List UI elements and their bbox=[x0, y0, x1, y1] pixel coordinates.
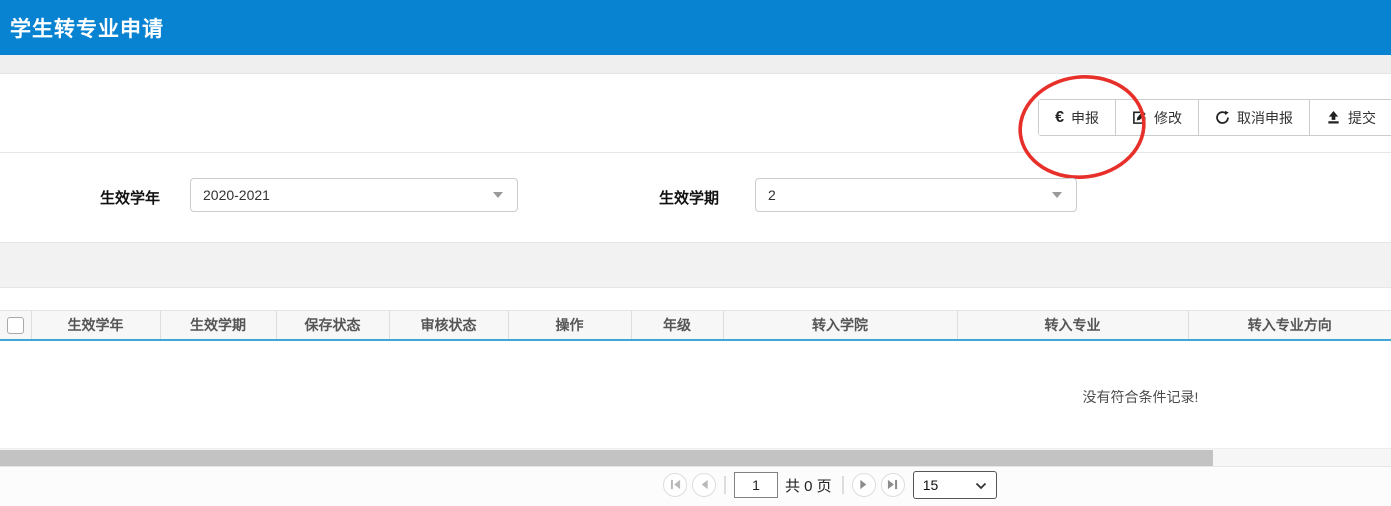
horizontal-scrollbar-track[interactable] bbox=[0, 448, 1391, 467]
column-header-target-college: 转入学院 bbox=[723, 311, 957, 340]
results-table: 生效学年 生效学期 保存状态 审核状态 操作 年级 转入学院 转入专业 转入专业… bbox=[0, 310, 1391, 341]
upload-icon bbox=[1326, 110, 1341, 125]
effective-term-select[interactable]: 2 bbox=[755, 178, 1077, 212]
chevron-down-icon bbox=[1052, 192, 1062, 198]
last-page-icon bbox=[887, 478, 898, 493]
effective-year-value: 2020-2021 bbox=[203, 187, 270, 203]
pager-divider bbox=[724, 476, 726, 494]
table-header-row: 生效学年 生效学期 保存状态 审核状态 操作 年级 转入学院 转入专业 转入专业… bbox=[0, 311, 1391, 340]
prev-page-button[interactable] bbox=[692, 473, 716, 497]
submit-button[interactable]: 提交 bbox=[1309, 100, 1391, 135]
column-header-actions: 操作 bbox=[508, 311, 631, 340]
page: 学生转专业申请 € 申报 修改 取消申报 提交 bbox=[0, 0, 1391, 506]
declare-button[interactable]: € 申报 bbox=[1039, 100, 1115, 135]
declare-button-label: 申报 bbox=[1071, 108, 1099, 128]
header-substrip bbox=[0, 55, 1391, 74]
first-page-button[interactable] bbox=[663, 473, 687, 497]
empty-records-message: 没有符合条件记录! bbox=[1068, 387, 1213, 407]
toolbar: € 申报 修改 取消申报 提交 bbox=[1038, 99, 1391, 136]
edit-button-label: 修改 bbox=[1154, 108, 1182, 128]
column-header-review-status: 审核状态 bbox=[389, 311, 508, 340]
column-header-target-major-direction: 转入专业方向 bbox=[1188, 311, 1391, 340]
cancel-declare-button-label: 取消申报 bbox=[1237, 108, 1293, 128]
effective-year-select[interactable]: 2020-2021 bbox=[190, 178, 518, 212]
last-page-button[interactable] bbox=[881, 473, 905, 497]
next-page-icon bbox=[859, 478, 869, 493]
column-header-grade: 年级 bbox=[631, 311, 723, 340]
effective-term-value: 2 bbox=[768, 187, 776, 203]
toolbar-divider bbox=[0, 152, 1391, 153]
total-pages-label: 共 0 页 bbox=[785, 475, 832, 496]
chevron-down-icon bbox=[975, 477, 987, 493]
column-header-effective-year: 生效学年 bbox=[31, 311, 160, 340]
submit-button-label: 提交 bbox=[1348, 108, 1376, 128]
prev-page-icon bbox=[699, 478, 709, 493]
select-all-checkbox[interactable] bbox=[7, 317, 24, 334]
next-page-button[interactable] bbox=[852, 473, 876, 497]
edit-icon bbox=[1132, 110, 1147, 125]
page-number-input[interactable] bbox=[734, 472, 778, 498]
column-header-target-major: 转入专业 bbox=[957, 311, 1188, 340]
select-all-cell bbox=[0, 311, 31, 340]
page-size-select[interactable]: 15 bbox=[913, 471, 997, 499]
pagination: 共 0 页 15 bbox=[663, 470, 997, 500]
effective-term-label: 生效学期 bbox=[659, 187, 719, 208]
pager-divider bbox=[842, 476, 844, 494]
first-page-icon bbox=[670, 478, 681, 493]
column-header-effective-term: 生效学期 bbox=[160, 311, 276, 340]
column-header-save-status: 保存状态 bbox=[276, 311, 389, 340]
edit-button[interactable]: 修改 bbox=[1115, 100, 1198, 135]
title-bar: 学生转专业申请 bbox=[0, 0, 1391, 55]
chevron-down-icon bbox=[493, 192, 503, 198]
page-size-value: 15 bbox=[923, 477, 939, 493]
page-title: 学生转专业申请 bbox=[0, 0, 1391, 43]
horizontal-scrollbar-thumb[interactable] bbox=[0, 450, 1213, 466]
cancel-declare-button[interactable]: 取消申报 bbox=[1198, 100, 1309, 135]
refresh-icon bbox=[1215, 110, 1230, 125]
declare-euro-icon: € bbox=[1055, 109, 1064, 127]
toolbar-gray-band bbox=[0, 242, 1391, 288]
effective-year-label: 生效学年 bbox=[100, 187, 160, 208]
